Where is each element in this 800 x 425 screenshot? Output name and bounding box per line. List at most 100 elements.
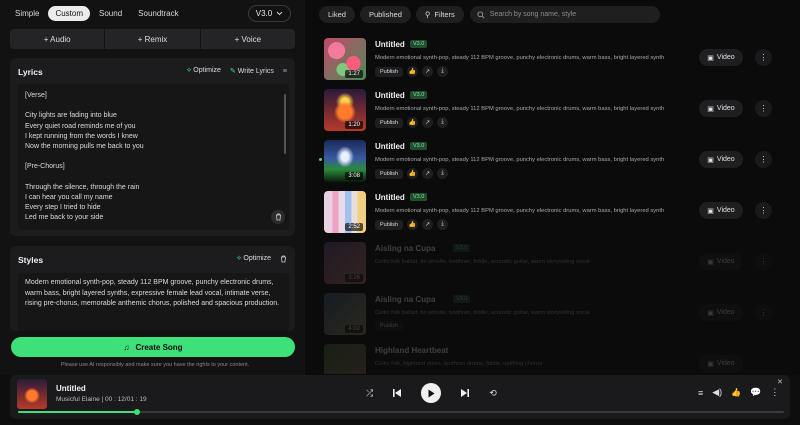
song-cover[interactable]: 3:08 — [324, 140, 366, 182]
shuffle-icon[interactable]: ⤮ — [366, 388, 373, 399]
share-button[interactable]: ↗ — [422, 117, 434, 128]
tab-soundtrack[interactable]: Soundtrack — [131, 6, 185, 21]
song-row[interactable]: 3:08 Untitled V3.0 Modern emotional synt… — [323, 140, 783, 188]
more-icon[interactable]: ⋮ — [770, 387, 779, 398]
download-button[interactable]: ⤓ — [437, 117, 449, 128]
thumbs-up-icon[interactable]: 👍 — [731, 388, 741, 397]
video-label: Video — [716, 258, 735, 265]
download-button[interactable]: ⤓ — [437, 66, 449, 77]
more-options-button[interactable]: ⋮ — [755, 253, 772, 270]
song-style: Celtic folk ballad, tin whistle, bodhran… — [375, 310, 590, 316]
tab-custom[interactable]: Custom — [48, 6, 91, 21]
song-row[interactable]: 1:27 Untitled V3.0 Modern emotional synt… — [323, 38, 783, 86]
trash-icon[interactable] — [280, 255, 287, 263]
song-title[interactable]: Untitled — [375, 40, 405, 49]
filters-button[interactable]: ⚲ Filters — [415, 6, 464, 23]
more-options-button[interactable]: ⋮ — [755, 202, 772, 219]
styles-textarea[interactable]: Modern emotional synth-pop, steady 112 B… — [18, 273, 289, 331]
more-options-button[interactable]: ⋮ — [755, 100, 772, 117]
video-button[interactable]: ▣ Video — [699, 49, 743, 66]
song-row[interactable]: 1:20 Untitled V3.0 Modern emotional synt… — [323, 89, 783, 137]
song-row[interactable]: Highland Heartbeat Celtic folk, highland… — [323, 344, 783, 374]
song-title[interactable]: Aisling na Cupa — [375, 295, 435, 304]
add-voice-button[interactable]: + Voice — [201, 29, 295, 49]
song-style: Celtic folk, highland pipes, bodhran dru… — [375, 361, 543, 367]
play-button[interactable] — [421, 383, 442, 403]
liked-filter-button[interactable]: Liked — [319, 6, 355, 23]
optimize-styles-button[interactable]: ⟡ Optimize — [237, 255, 271, 263]
more-options-button[interactable]: ⋮ — [755, 304, 772, 321]
video-button[interactable]: ▣ Video — [699, 100, 743, 117]
like-button[interactable]: 👍 — [407, 117, 419, 128]
optimize-lyrics-button[interactable]: ⟡ Optimize — [187, 67, 221, 75]
video-button[interactable]: ▣ Video — [699, 253, 743, 270]
video-button[interactable]: ▣ Video — [699, 151, 743, 168]
song-actions: Publish 👍 ↗ ⤓ — [375, 117, 449, 128]
share-button[interactable]: ↗ — [422, 66, 434, 77]
video-button[interactable]: ▣ Video — [699, 355, 743, 372]
song-actions: Publish — [375, 321, 404, 331]
lyrics-scrollbar[interactable] — [284, 94, 286, 154]
song-cover[interactable]: 1:27 — [324, 38, 366, 80]
next-icon[interactable] — [460, 388, 470, 398]
share-button[interactable]: ↗ — [422, 168, 434, 179]
publish-button[interactable]: Publish — [375, 219, 404, 230]
song-cover[interactable] — [324, 344, 366, 374]
create-panel: Simple Custom Sound Soundtrack V3.0 + Au… — [0, 0, 305, 375]
previous-icon[interactable] — [392, 388, 402, 398]
publish-button[interactable]: Publish — [375, 321, 404, 331]
share-icon: ↗ — [425, 120, 431, 126]
tab-simple[interactable]: Simple — [8, 6, 46, 21]
comment-icon[interactable]: 💬 — [750, 387, 761, 398]
song-title[interactable]: Aisling na Cupa — [375, 244, 435, 253]
repeat-icon[interactable]: ⟲ — [489, 388, 497, 399]
clear-lyrics-button[interactable] — [271, 210, 285, 224]
more-options-button[interactable]: ⋮ — [755, 49, 772, 66]
song-cover[interactable]: 1:20 — [324, 89, 366, 131]
more-options-button[interactable]: ⋮ — [755, 151, 772, 168]
song-cover[interactable]: 4:02 — [324, 293, 366, 335]
song-title[interactable]: Untitled — [375, 193, 405, 202]
progress-bar[interactable] — [18, 409, 784, 415]
like-button[interactable]: 👍 — [407, 66, 419, 77]
song-row[interactable]: 4:02 Aisling na Cupa V3.0 Celtic folk ba… — [323, 293, 783, 341]
video-label: Video — [716, 105, 735, 112]
song-cover[interactable]: 2:52 — [324, 191, 366, 233]
publish-button[interactable]: Publish — [375, 168, 404, 179]
publish-button[interactable]: Publish — [375, 117, 404, 128]
volume-icon[interactable]: ◀) — [712, 387, 722, 398]
song-title[interactable]: Untitled — [375, 142, 405, 151]
video-icon: ▣ — [707, 207, 714, 215]
video-label: Video — [716, 156, 735, 163]
queue-icon[interactable]: ≡ — [698, 388, 703, 398]
tab-sound[interactable]: Sound — [92, 6, 129, 21]
song-style: Celtic folk ballad, tin whistle, bodhran… — [375, 259, 590, 265]
song-row[interactable]: 3:26 Aisling na Cupa V3.0 Celtic folk ba… — [323, 242, 783, 290]
lyrics-textarea[interactable]: [Verse] City lights are fading into blue… — [18, 84, 289, 230]
like-button[interactable]: 👍 — [407, 168, 419, 179]
like-button[interactable]: 👍 — [407, 219, 419, 230]
download-button[interactable]: ⤓ — [437, 168, 449, 179]
search-input[interactable]: Search by song name, style — [469, 6, 660, 23]
song-cover[interactable]: 3:26 — [324, 242, 366, 284]
create-song-button[interactable]: ♫ Create Song — [11, 337, 295, 357]
format-icon[interactable]: ≡ — [283, 68, 287, 75]
song-title[interactable]: Highland Heartbeat — [375, 346, 448, 355]
write-lyrics-button[interactable]: ✎ Write Lyrics — [230, 67, 274, 75]
video-icon: ▣ — [707, 156, 714, 164]
song-title[interactable]: Untitled — [375, 91, 405, 100]
song-row[interactable]: 2:52 Untitled V3.0 Modern emotional synt… — [323, 191, 783, 239]
published-filter-button[interactable]: Published — [359, 6, 411, 23]
publish-button[interactable]: Publish — [375, 66, 404, 77]
close-icon[interactable]: ✕ — [777, 378, 783, 386]
player-cover[interactable] — [17, 379, 47, 409]
share-button[interactable]: ↗ — [422, 219, 434, 230]
add-audio-button[interactable]: + Audio — [10, 29, 106, 49]
version-select[interactable]: V3.0 — [248, 5, 291, 22]
video-button[interactable]: ▣ Video — [699, 202, 743, 219]
player-title[interactable]: Untitled — [56, 384, 86, 393]
progress-knob[interactable] — [133, 409, 140, 415]
download-button[interactable]: ⤓ — [437, 219, 449, 230]
video-button[interactable]: ▣ Video — [699, 304, 743, 321]
add-remix-button[interactable]: + Remix — [105, 29, 201, 49]
